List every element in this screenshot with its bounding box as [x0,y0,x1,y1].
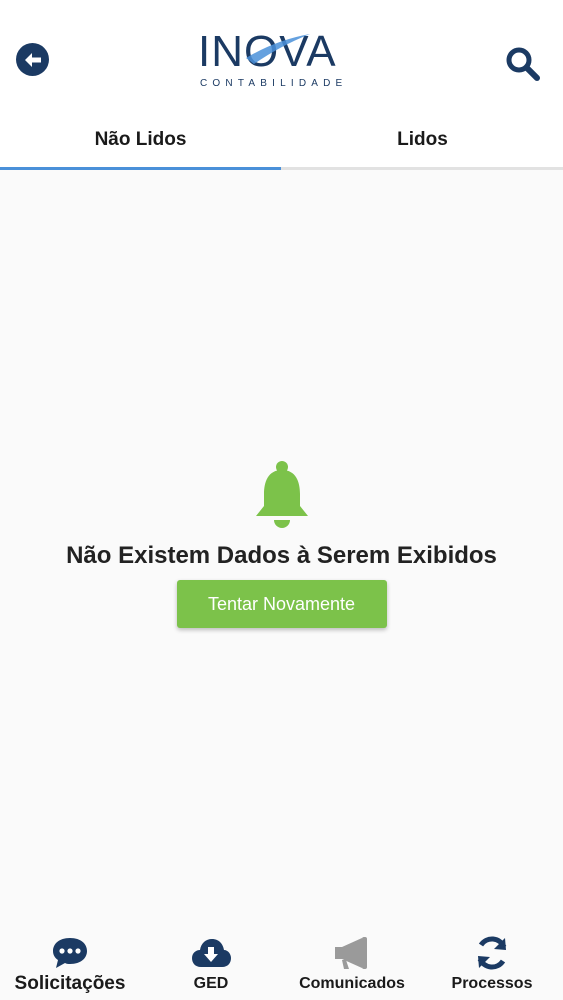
retry-button[interactable]: Tentar Novamente [176,580,387,628]
nav-item-ged[interactable]: GED [165,925,257,1000]
logo-swoosh-icon [246,34,310,64]
tab-lidos[interactable]: Lidos [282,112,563,167]
nav-label-processos: Processos [451,975,533,992]
empty-message: Não Existem Dados à Serem Exibidos [66,542,497,569]
nav-label-ged: GED [193,975,229,992]
nav-item-comunicados[interactable]: Comunicados [290,925,414,1000]
nav-item-solicitacoes[interactable]: Solicitações [8,925,132,1000]
tab-nao-lidos[interactable]: Não Lidos [0,112,281,167]
arrow-left-icon [24,52,41,67]
refresh-icon [477,936,507,970]
empty-state: Não Existem Dados à Serem Exibidos Tenta… [0,460,563,628]
active-tab-indicator [0,167,281,170]
nav-item-processos[interactable]: Processos [442,925,542,1000]
search-button[interactable] [505,46,541,82]
chat-icon [53,938,87,968]
nav-label-solicitacoes: Solicitações [14,973,126,994]
logo-subtitle: CONTABILIDADE [200,78,348,89]
bottom-nav: Solicitações GED Comunicados Processos [0,925,563,1000]
back-button[interactable] [16,43,49,76]
app-header: INOVA CONTABILIDADE [0,0,563,112]
nav-label-comunicados: Comunicados [299,975,405,992]
tab-bar: Não Lidos Lidos [0,112,563,170]
megaphone-icon [335,937,367,969]
logo: INOVA CONTABILIDADE [198,28,360,92]
bell-icon [255,461,308,528]
cloud-download-icon [192,939,231,967]
search-icon [506,47,540,81]
